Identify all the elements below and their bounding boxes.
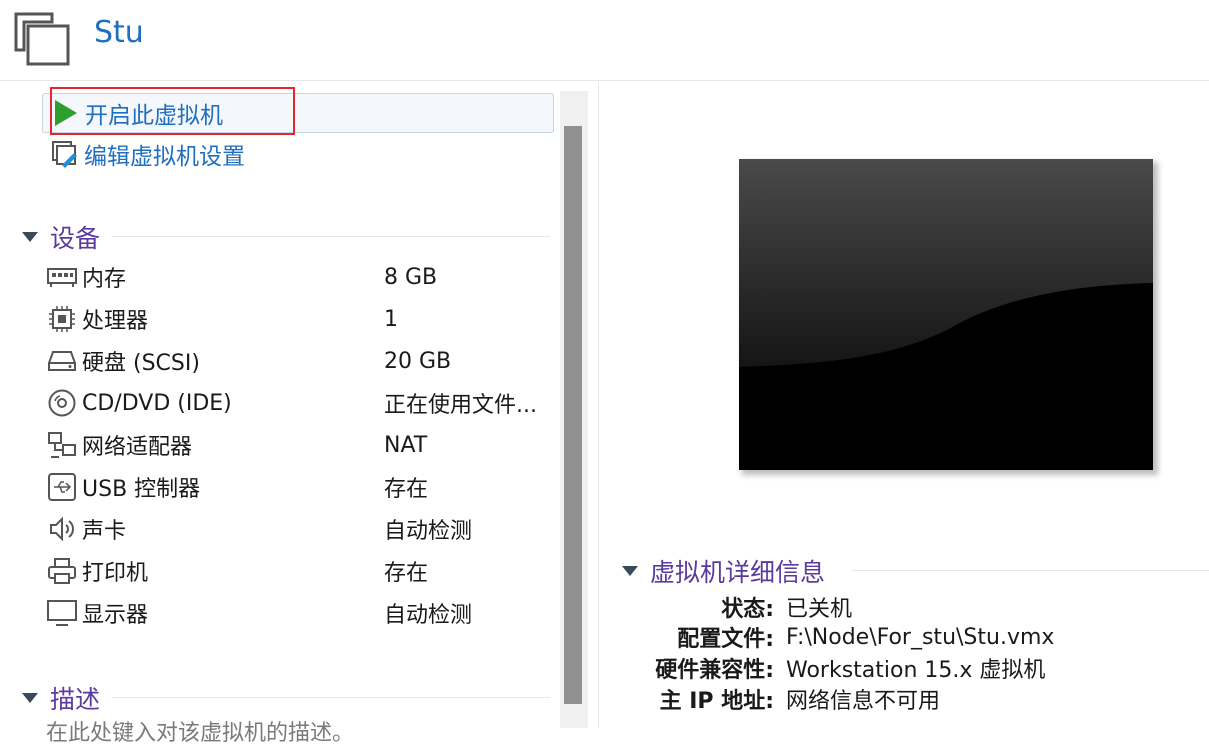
device-row-usb[interactable]: USB 控制器 存在	[46, 467, 556, 507]
printer-icon	[46, 555, 78, 587]
device-value: 8 GB	[384, 264, 438, 290]
edit-vm-settings-link[interactable]: 编辑虚拟机设置	[42, 135, 245, 173]
processor-icon	[46, 303, 78, 335]
edit-settings-label: 编辑虚拟机设置	[84, 144, 245, 170]
detail-row-hw-compat: 硬件兼容性: Workstation 15.x 虚拟机	[610, 653, 1209, 683]
device-row-display[interactable]: 显示器 自动检测	[46, 593, 556, 633]
detail-key: 硬件兼容性:	[655, 658, 774, 683]
detail-value: 网络信息不可用	[786, 689, 941, 714]
detail-value: 已关机	[786, 597, 853, 622]
panel-divider	[598, 81, 599, 728]
edit-settings-icon	[50, 139, 80, 169]
detail-row-config-file: 配置文件: F:\Node\For_stu\Stu.vmx	[610, 622, 1209, 653]
scrollbar-thumb[interactable]	[564, 126, 582, 704]
detail-key: 配置文件:	[677, 627, 774, 652]
collapse-arrow-icon	[22, 693, 38, 703]
device-value: NAT	[384, 432, 428, 458]
device-value: 存在	[384, 477, 429, 502]
device-name: 显示器	[82, 603, 149, 628]
device-value: 正在使用文件...	[384, 393, 537, 418]
network-adapter-icon	[46, 429, 78, 461]
cd-dvd-icon	[46, 387, 78, 419]
vm-screen-thumbnail[interactable]	[739, 159, 1153, 470]
description-section-title: 描述	[50, 685, 101, 714]
vm-title: Stu	[94, 15, 144, 50]
memory-icon	[46, 261, 78, 293]
section-divider	[112, 236, 550, 237]
collapse-arrow-icon	[622, 566, 638, 576]
device-name: USB 控制器	[82, 477, 201, 502]
usb-icon	[46, 471, 78, 503]
description-placeholder[interactable]: 在此处键入对该虚拟机的描述。	[46, 715, 354, 747]
device-row-printer[interactable]: 打印机 存在	[46, 551, 556, 591]
vm-details-section-header[interactable]: 虚拟机详细信息	[622, 553, 825, 589]
description-section-header[interactable]: 描述	[22, 680, 100, 716]
section-divider	[852, 570, 1209, 571]
detail-key: 状态:	[721, 597, 774, 622]
vm-details-section-title: 虚拟机详细信息	[650, 558, 826, 587]
device-name: 硬盘 (SCSI)	[82, 351, 200, 376]
device-value: 1	[384, 306, 398, 332]
harddisk-icon	[46, 345, 78, 377]
detail-key: 主 IP 地址:	[659, 689, 774, 714]
detail-value: Workstation 15.x 虚拟机	[786, 658, 1046, 683]
device-row-network[interactable]: 网络适配器 NAT	[46, 425, 556, 465]
device-row-memory[interactable]: 内存 8 GB	[46, 257, 556, 297]
devices-section-header[interactable]: 设备	[22, 219, 100, 255]
detail-row-status: 状态: 已关机	[610, 592, 1209, 622]
device-name: 网络适配器	[82, 435, 193, 460]
detail-row-ip: 主 IP 地址: 网络信息不可用	[610, 684, 1209, 714]
device-value: 自动检测	[384, 603, 473, 628]
device-row-sound[interactable]: 声卡 自动检测	[46, 509, 556, 549]
highlight-annotation	[50, 87, 295, 135]
device-value: 20 GB	[384, 348, 452, 374]
detail-value: F:\Node\For_stu\Stu.vmx	[786, 624, 1055, 650]
device-name: CD/DVD (IDE)	[82, 390, 232, 416]
monitor-icon	[46, 597, 78, 629]
collapse-arrow-icon	[22, 232, 38, 242]
section-divider	[112, 697, 550, 698]
device-row-harddisk[interactable]: 硬盘 (SCSI) 20 GB	[46, 341, 556, 381]
speaker-icon	[46, 513, 78, 545]
device-name: 声卡	[82, 519, 127, 544]
device-row-cd-dvd[interactable]: CD/DVD (IDE) 正在使用文件...	[46, 383, 556, 423]
vm-window-icon	[14, 12, 70, 66]
devices-section-title: 设备	[50, 224, 101, 253]
vm-header: Stu	[0, 0, 1209, 81]
device-row-processor[interactable]: 处理器 1	[46, 299, 556, 339]
device-name: 打印机	[82, 561, 149, 586]
device-name: 处理器	[82, 309, 149, 334]
device-value: 自动检测	[384, 519, 473, 544]
device-value: 存在	[384, 561, 429, 586]
device-name: 内存	[82, 267, 127, 292]
